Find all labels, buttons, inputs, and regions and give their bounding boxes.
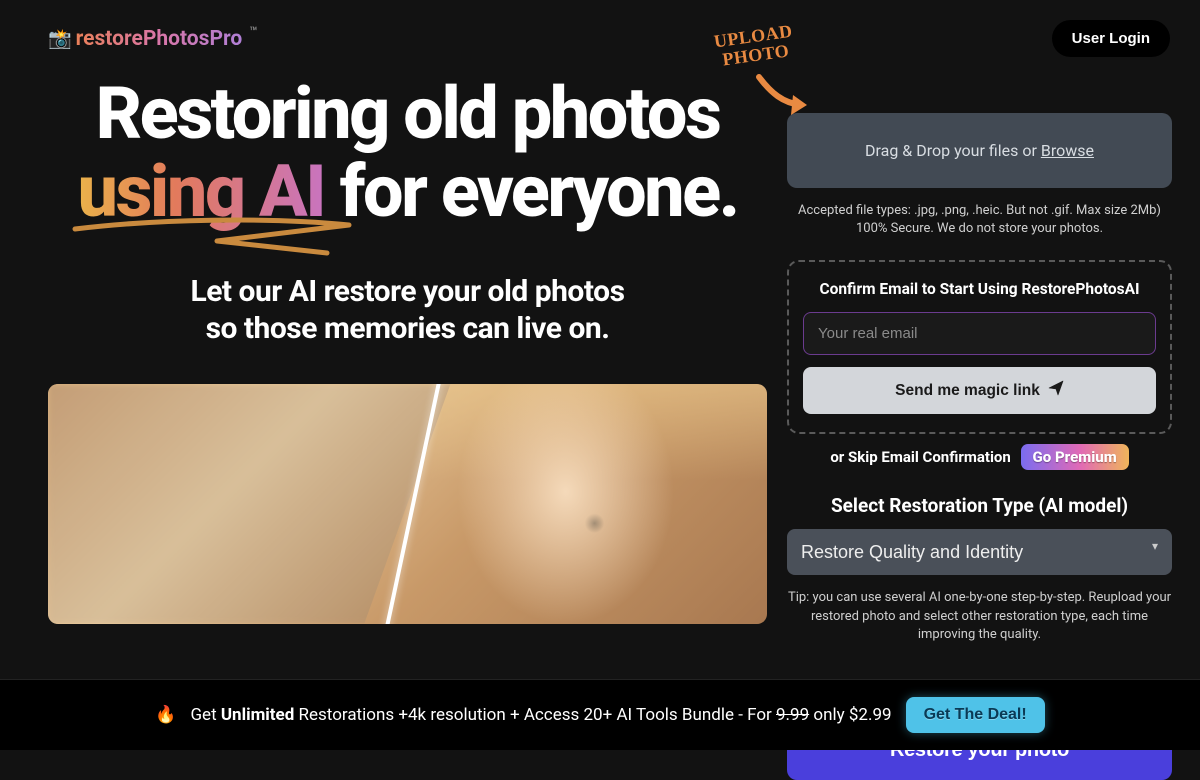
logo-text: restorePhotosPro [76,27,243,51]
hero-subtitle: Let our AI restore your old photos so th… [48,273,767,348]
go-premium-button[interactable]: Go Premium [1021,444,1129,470]
before-after-image [48,384,767,624]
hero-line-2-rest: for everyone. [324,149,737,234]
email-field[interactable] [803,312,1156,355]
restoration-type-select[interactable]: Restore Quality and Identity [787,529,1172,575]
file-dropzone[interactable]: Drag & Drop your files or Browse [787,113,1172,188]
promo-banner: 🔥 Get Unlimited Restorations +4k resolut… [0,679,1200,750]
banner-text: Get Unlimited Restorations +4k resolutio… [190,705,891,725]
skip-email-text: or Skip Email Confirmation [830,448,1010,466]
logo[interactable]: 📸 restorePhotosPro ™ [48,27,257,51]
skip-email-row: or Skip Email Confirmation Go Premium [787,444,1172,470]
old-price: 9.99 [776,705,809,725]
paper-plane-icon [1048,380,1064,401]
browse-link[interactable]: Browse [1041,141,1094,160]
file-type-note: Accepted file types: .jpg, .png, .heic. … [787,202,1172,238]
arrow-icon [753,71,813,121]
logo-trademark: ™ [249,25,257,40]
hero-title: Restoring old photos using AI for everyo… [48,75,767,231]
email-box-title: Confirm Email to Start Using RestorePhot… [803,280,1156,298]
send-magic-link-button[interactable]: Send me magic link [803,367,1156,414]
get-deal-button[interactable]: Get The Deal! [906,697,1045,733]
fire-icon: 🔥 [155,705,176,725]
new-price: only $2.99 [809,705,891,725]
model-tip-text: Tip: you can use several AI one-by-one s… [787,589,1172,644]
camera-icon: 📸 [48,27,72,50]
hero-gradient-text: using AI [77,153,324,231]
email-confirmation-box: Confirm Email to Start Using RestorePhot… [787,260,1172,434]
user-login-button[interactable]: User Login [1052,20,1170,57]
model-select-label: Select Restoration Type (AI model) [787,494,1172,517]
hero-line-1: Restoring old photos [96,71,720,156]
dropzone-text: Drag & Drop your files or [865,141,1041,160]
